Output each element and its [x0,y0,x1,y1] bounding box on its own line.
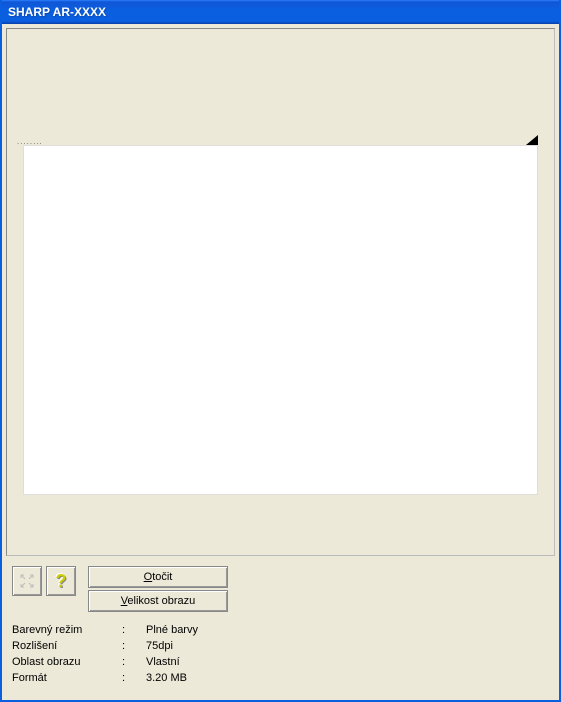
window-title: SHARP AR-XXXX [8,5,106,19]
imagesize-label-rest: elikost obrazu [127,595,195,607]
rotate-button[interactable]: Otočit [88,566,228,588]
scanner-dialog-window: SHARP AR-XXXX ........ ? [0,0,561,702]
help-button[interactable]: ? [46,566,76,596]
info-table: Barevný režim : Plné barvy Rozlišení : 7… [6,616,555,688]
format-label: Formát [12,670,122,686]
preview-panel: ........ [6,28,555,556]
image-area-label: Oblast obrazu [12,654,122,670]
preview-canvas[interactable] [23,145,538,495]
info-row-resolution: Rozlišení : 75dpi [12,638,549,654]
fit-to-window-button[interactable] [12,566,42,596]
titlebar: SHARP AR-XXXX [2,0,559,24]
controls-row: ? Otočit Velikost obrazu [6,556,555,616]
color-mode-value: Plné barvy [146,622,549,638]
color-mode-label: Barevný režim [12,622,122,638]
corner-drag-handle-icon[interactable] [526,135,538,145]
image-size-button[interactable]: Velikost obrazu [88,590,228,612]
resolution-label: Rozlišení [12,638,122,654]
info-row-color-mode: Barevný režim : Plné barvy [12,622,549,638]
format-value: 3.20 MB [146,670,549,686]
info-separator: : [122,638,146,654]
rotate-mnemonic: O [144,571,153,583]
resolution-value: 75dpi [146,638,549,654]
fit-icon [19,573,35,589]
content-area: ........ ? Otočit [2,24,559,700]
rotate-label-rest: točit [152,571,172,583]
info-separator: : [122,654,146,670]
help-icon: ? [56,571,67,592]
info-separator: : [122,622,146,638]
info-row-format: Formát : 3.20 MB [12,670,549,686]
image-area-value: Vlastní [146,654,549,670]
info-separator: : [122,670,146,686]
info-row-image-area: Oblast obrazu : Vlastní [12,654,549,670]
button-stack: Otočit Velikost obrazu [88,566,228,612]
